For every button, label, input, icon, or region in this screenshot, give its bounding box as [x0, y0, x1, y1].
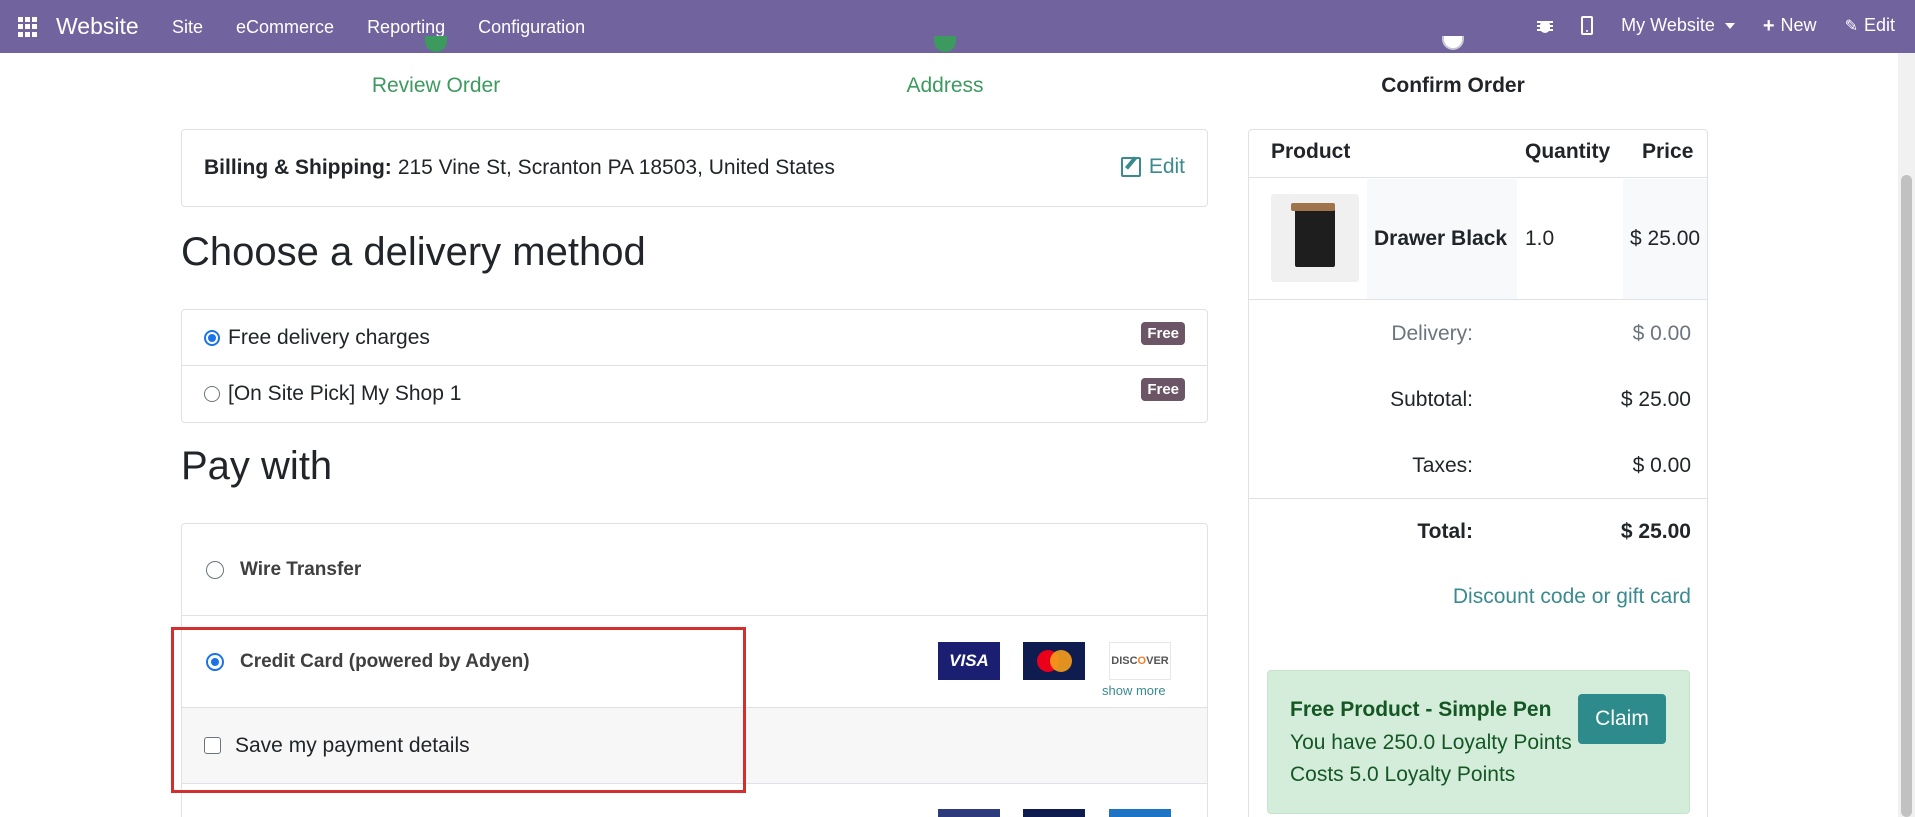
billing-label: Billing & Shipping: [204, 156, 392, 179]
card-icon [938, 809, 1000, 817]
apps-grid-icon[interactable] [18, 17, 38, 37]
highlight-box [171, 627, 746, 793]
brand-title[interactable]: Website [56, 13, 139, 40]
website-selector-label: My Website [1621, 15, 1715, 35]
payment-heading: Pay with [181, 444, 333, 488]
subtotal-label: Subtotal: [1390, 388, 1473, 411]
discover-icon: DISC O VER [1109, 642, 1171, 680]
step-review-order[interactable]: Review Order [337, 74, 535, 98]
navbar-tools: My Website + New ✎ Edit [1537, 15, 1895, 36]
new-button-label: New [1780, 15, 1817, 35]
card-icon [1023, 809, 1085, 817]
col-header-product: Product [1271, 140, 1351, 163]
discount-code-link[interactable]: Discount code or gift card [1453, 585, 1691, 609]
payment-option-label: Wire Transfer [240, 558, 362, 580]
divider [1249, 299, 1707, 300]
loyalty-cost: Costs 5.0 Loyalty Points [1290, 763, 1516, 786]
taxes-label: Taxes: [1412, 454, 1473, 477]
delivery-heading: Choose a delivery method [181, 230, 646, 274]
order-summary: Product Quantity Price Drawer Black 1.0 … [1248, 129, 1708, 817]
menu-item-reporting[interactable]: Reporting [367, 17, 445, 38]
divider [1249, 177, 1707, 178]
website-selector[interactable]: My Website [1621, 15, 1735, 36]
col-header-quantity: Quantity [1525, 140, 1611, 163]
edit-button-label: Edit [1863, 15, 1895, 35]
visa-icon: VISA [938, 642, 1000, 680]
divider [1249, 498, 1707, 499]
step-confirm-order: Confirm Order [1381, 74, 1525, 97]
product-image[interactable] [1271, 194, 1359, 282]
delivery-option-free[interactable]: Free delivery charges Free [182, 310, 1207, 366]
plus-icon: + [1762, 14, 1775, 37]
edit-icon [1120, 157, 1141, 177]
debug-button[interactable] [1537, 17, 1554, 35]
price-badge: Free [1141, 378, 1185, 401]
total-value: $ 25.00 [1620, 520, 1691, 543]
delivery-methods: Free delivery charges Free [On Site Pick… [181, 309, 1208, 423]
caret-down-icon [1724, 22, 1735, 29]
new-button[interactable]: + New [1763, 15, 1817, 36]
edit-address-link[interactable]: Edit [1120, 155, 1185, 179]
subtotal-value: $ 25.00 [1620, 388, 1691, 411]
card-icon [1109, 809, 1171, 817]
billing-shipping-box: Billing & Shipping: 215 Vine St, Scranto… [181, 129, 1208, 207]
payment-option-wire-transfer[interactable]: Wire Transfer [182, 524, 1207, 616]
show-more-link[interactable]: show more [1102, 683, 1166, 698]
billing-address: 215 Vine St, Scranton PA 18503, United S… [397, 156, 835, 179]
col-header-price: Price [1642, 140, 1694, 163]
delivery-label: Delivery: [1391, 322, 1473, 345]
mobile-icon [1581, 16, 1594, 35]
pencil-icon: ✎ [1844, 17, 1858, 35]
main-menu: Site eCommerce Reporting Configuration [172, 17, 618, 38]
product-price: $ 25.00 [1630, 227, 1701, 250]
scrollbar-thumb[interactable] [1901, 175, 1912, 817]
page-scrollbar[interactable] [1898, 53, 1915, 817]
claim-button[interactable]: Claim [1578, 694, 1666, 744]
payment-radio-wire[interactable] [206, 560, 224, 579]
price-badge: Free [1141, 322, 1185, 345]
reward-title: Free Product - Simple Pen [1290, 698, 1552, 721]
product-name[interactable]: Drawer Black [1374, 227, 1507, 251]
delivery-value: $ 0.00 [1632, 322, 1691, 345]
loyalty-reward-card: Free Product - Simple Pen You have 250.0… [1267, 670, 1690, 814]
edit-button[interactable]: ✎ Edit [1845, 15, 1895, 36]
delivery-radio-pickup[interactable] [204, 386, 220, 402]
mobile-preview-button[interactable] [1581, 16, 1594, 35]
edit-address-label: Edit [1148, 155, 1185, 178]
taxes-value: $ 0.00 [1632, 454, 1691, 477]
product-quantity: 1.0 [1525, 227, 1555, 250]
loyalty-balance: You have 250.0 Loyalty Points [1290, 731, 1572, 754]
bug-icon [1537, 17, 1554, 35]
total-label: Total: [1417, 520, 1473, 543]
mastercard-icon [1023, 642, 1085, 680]
step-address[interactable]: Address [845, 74, 1045, 98]
drawer-icon [1291, 203, 1335, 267]
delivery-radio-free[interactable] [204, 329, 220, 346]
delivery-option-label: [On Site Pick] My Shop 1 [228, 382, 462, 405]
delivery-option-pickup[interactable]: [On Site Pick] My Shop 1 Free [182, 366, 1207, 422]
menu-item-configuration[interactable]: Configuration [478, 17, 585, 38]
top-navbar: Website Site eCommerce Reporting Configu… [0, 0, 1915, 53]
menu-item-site[interactable]: Site [172, 17, 203, 38]
delivery-option-label: Free delivery charges [228, 325, 430, 349]
menu-item-ecommerce[interactable]: eCommerce [236, 17, 334, 38]
